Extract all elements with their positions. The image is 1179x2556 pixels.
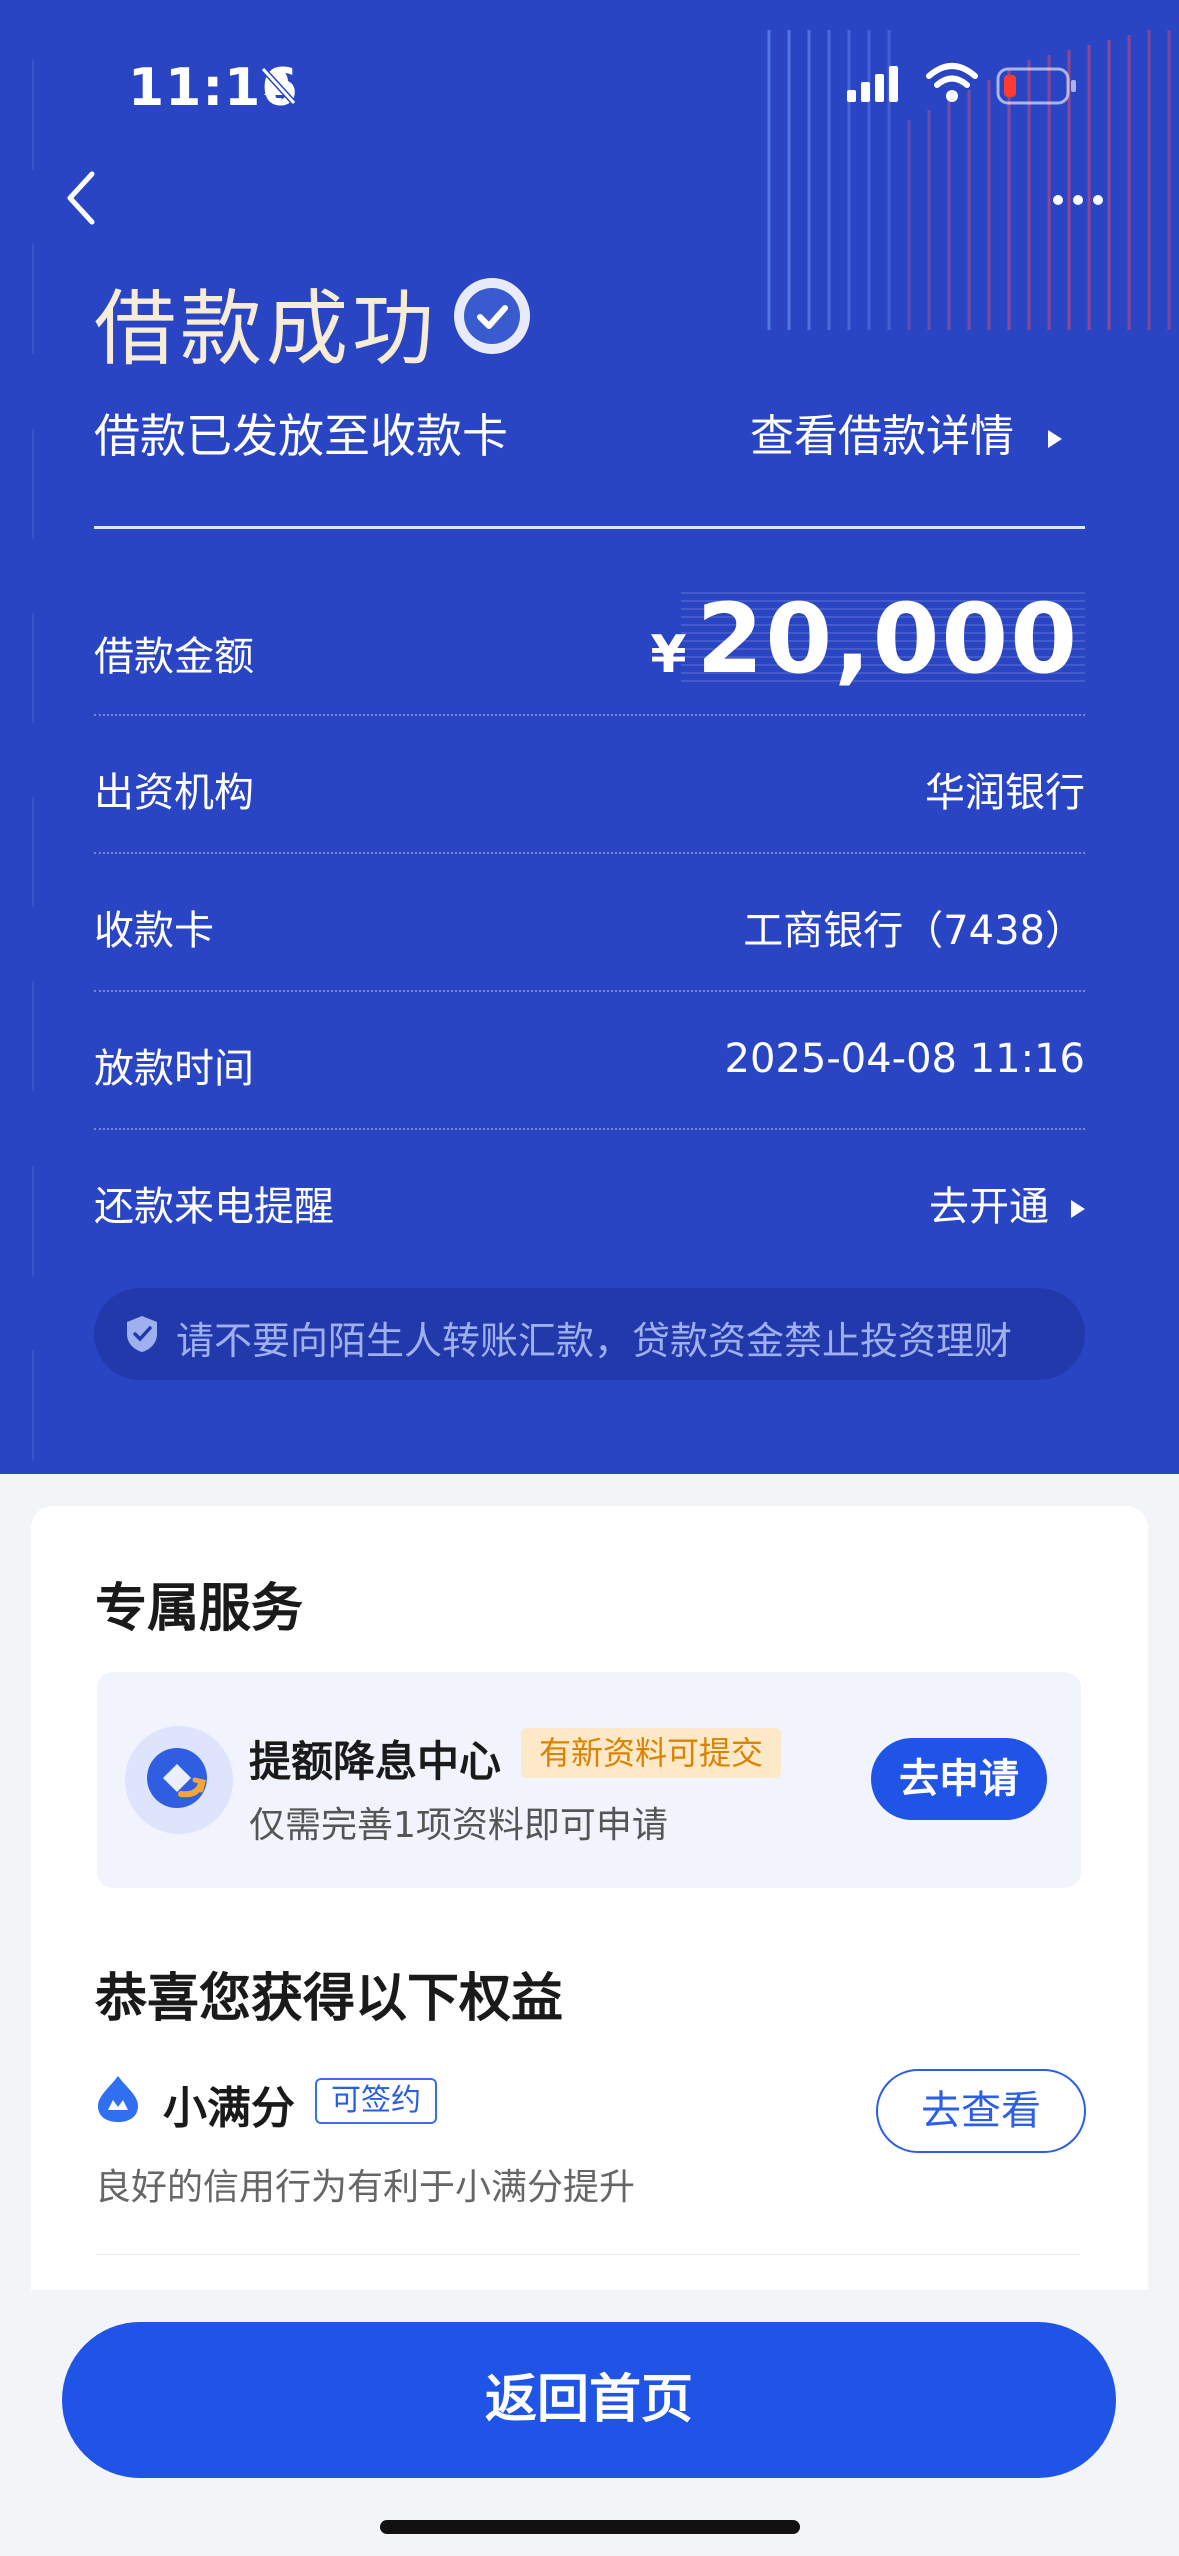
loan-detail-link[interactable]: 查看借款详情 <box>750 400 1062 464</box>
status-bar: 11:16 <box>0 0 1179 170</box>
promo-new-tag: 有新资料可提交 <box>521 1728 782 1778</box>
loan-detail-label: 查看借款详情 <box>750 411 1014 462</box>
currency-symbol: ¥ <box>650 625 689 685</box>
repayment-reminder-label: 还款来电提醒 <box>94 1184 334 1230</box>
page-subtitle: 借款已发放至收款卡 <box>94 409 508 463</box>
side-watermark <box>26 60 40 1460</box>
verified-check-icon <box>454 278 530 354</box>
play-arrow-icon <box>1071 1200 1085 1218</box>
receiving-card-label: 收款卡 <box>94 908 214 954</box>
loan-amount-label: 借款金额 <box>94 634 254 680</box>
play-arrow-icon <box>1048 430 1062 448</box>
loan-amount-box: ¥20,000 <box>650 591 1085 687</box>
benefit-name: 小满分 <box>163 2083 295 2134</box>
xiaoman-score-icon <box>98 2076 138 2122</box>
return-home-button[interactable]: 返回首页 <box>62 2322 1116 2478</box>
card-divider <box>95 2254 1081 2255</box>
fraud-warning-banner: 请不要向陌生人转账汇款，贷款资金禁止投资理财 <box>94 1288 1085 1380</box>
shield-check-icon <box>127 1316 157 1352</box>
cellular-signal-icon <box>847 66 898 102</box>
credit-center-icon <box>125 1726 233 1834</box>
bottom-action-bar: 返回首页 <box>0 2290 1179 2556</box>
exclusive-services-title: 专属服务 <box>95 1579 304 1639</box>
view-benefit-button[interactable]: 去查看 <box>876 2069 1086 2153</box>
wifi-icon <box>926 63 978 102</box>
hero-section: 11:16 借款成功 借款已发放至收款卡 查看借款详情 借款金额 ¥20,000… <box>0 0 1179 1474</box>
disbursement-time-value: 2025-04-08 11:16 <box>724 1036 1085 1082</box>
loan-amount-row: 借款金额 ¥20,000 <box>94 578 1085 716</box>
loan-amount-number: 20,000 <box>696 583 1079 695</box>
receiving-card-value: 工商银行（7438） <box>743 908 1085 954</box>
back-arrow-icon[interactable] <box>62 168 102 228</box>
benefits-title: 恭喜您获得以下权益 <box>95 1969 564 2029</box>
lender-value: 华润银行 <box>925 770 1085 816</box>
lender-row: 出资机构 华润银行 <box>94 716 1085 854</box>
fraud-warning-text: 请不要向陌生人转账汇款，贷款资金禁止投资理财 <box>176 1319 1013 1363</box>
disbursement-time-label: 放款时间 <box>94 1046 254 1092</box>
battery-icon <box>996 67 1076 105</box>
benefit-signable-tag: 可签约 <box>315 2078 437 2124</box>
more-dots-icon[interactable] <box>1050 180 1106 220</box>
lender-label: 出资机构 <box>94 770 254 816</box>
promo-subtitle: 仅需完善1项资料即可申请 <box>249 1805 668 1846</box>
home-indicator[interactable] <box>380 2520 800 2534</box>
bell-mute-icon <box>260 66 297 106</box>
promo-title: 提额降息中心 <box>249 1737 502 1786</box>
enable-reminder-label: 去开通 <box>929 1184 1049 1230</box>
credit-boost-promo[interactable]: 提额降息中心 有新资料可提交 仅需完善1项资料即可申请 去申请 <box>97 1672 1081 1888</box>
disbursement-time-row: 放款时间 2025-04-08 11:16 <box>94 992 1085 1130</box>
apply-button[interactable]: 去申请 <box>871 1738 1047 1820</box>
page-title: 借款成功 <box>94 282 439 377</box>
header-divider <box>94 526 1085 529</box>
loan-amount-value: ¥20,000 <box>650 591 1079 702</box>
receiving-card-row: 收款卡 工商银行（7438） <box>94 854 1085 992</box>
services-card: 专属服务 提额降息中心 有新资料可提交 仅需完善1项资料即可申请 去申请 恭喜您… <box>31 1506 1148 2306</box>
enable-reminder-link[interactable]: 去开通 <box>929 1174 1085 1232</box>
benefit-description: 良好的信用行为有利于小满分提升 <box>95 2167 636 2208</box>
repayment-reminder-row[interactable]: 还款来电提醒 去开通 <box>94 1130 1085 1268</box>
